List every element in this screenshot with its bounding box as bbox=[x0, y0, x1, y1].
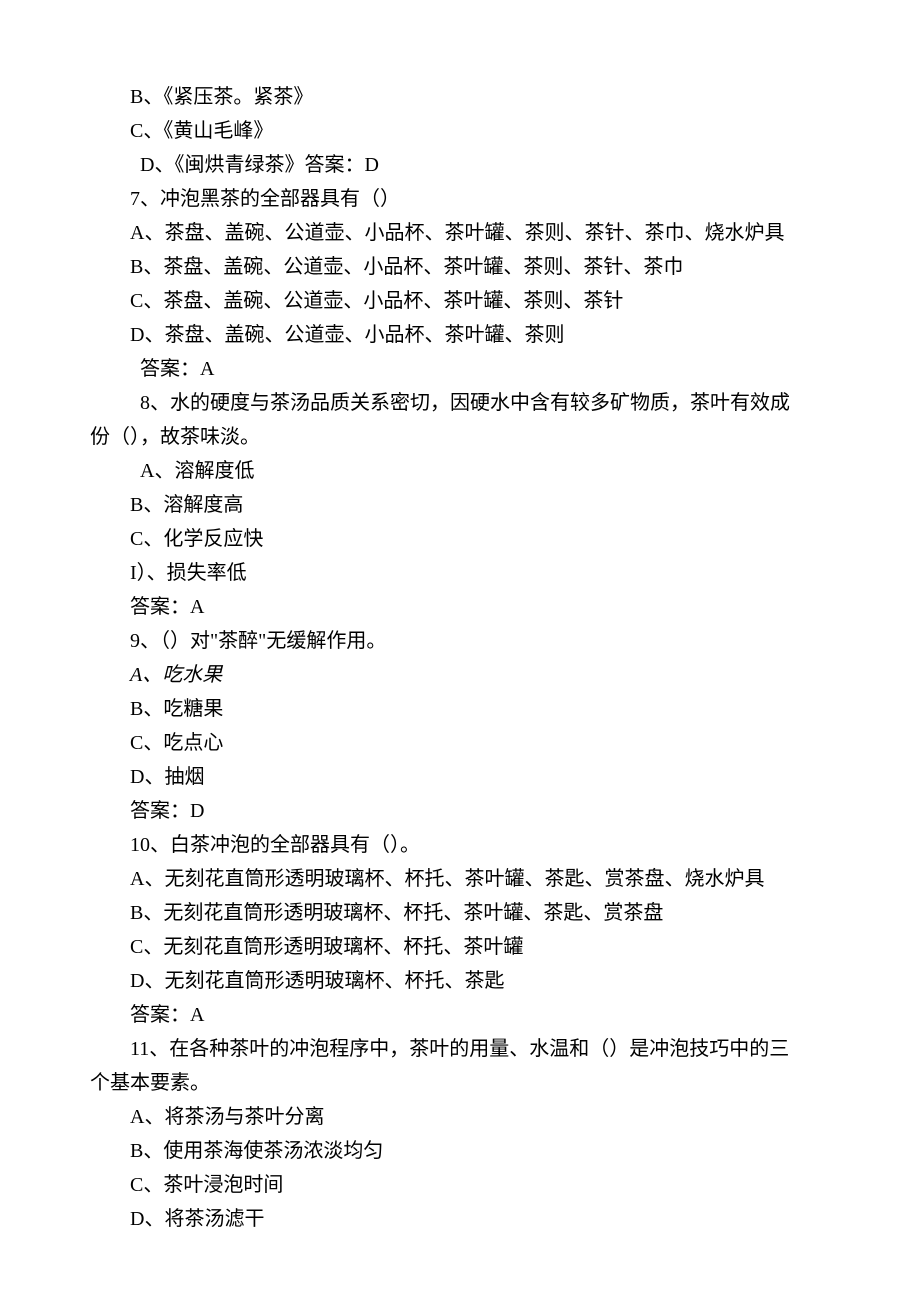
text-line: C、茶盘、盖碗、公道壶、小品杯、茶叶罐、茶则、茶针 bbox=[90, 284, 830, 318]
text-line: 个基本要素。 bbox=[90, 1066, 830, 1100]
text-line: D、无刻花直筒形透明玻璃杯、杯托、茶匙 bbox=[90, 964, 830, 998]
text-line: A、吃水果 bbox=[90, 658, 830, 692]
text-line: C、《黄山毛峰》 bbox=[90, 114, 830, 148]
text-line: 11、在各种茶叶的冲泡程序中，茶叶的用量、水温和（）是冲泡技巧中的三 bbox=[90, 1032, 830, 1066]
text-line: 7、冲泡黑茶的全部器具有（） bbox=[90, 182, 830, 216]
text-line: I）、损失率低 bbox=[90, 556, 830, 590]
text-line: B、茶盘、盖碗、公道壶、小品杯、茶叶罐、茶则、茶针、茶巾 bbox=[90, 250, 830, 284]
text-line: C、茶叶浸泡时间 bbox=[90, 1168, 830, 1202]
text-line: B、吃糖果 bbox=[90, 692, 830, 726]
text-line: B、无刻花直筒形透明玻璃杯、杯托、茶叶罐、茶匙、赏茶盘 bbox=[90, 896, 830, 930]
text-line: A、将茶汤与茶叶分离 bbox=[90, 1100, 830, 1134]
text-line: 份（），故茶味淡。 bbox=[90, 420, 830, 454]
text-line: 答案：A bbox=[90, 998, 830, 1032]
text-line: B、溶解度高 bbox=[90, 488, 830, 522]
text-line: C、吃点心 bbox=[90, 726, 830, 760]
text-line: A、无刻花直筒形透明玻璃杯、杯托、茶叶罐、茶匙、赏茶盘、烧水炉具 bbox=[90, 862, 830, 896]
text-line: 8、水的硬度与茶汤品质关系密切，因硬水中含有较多矿物质，茶叶有效成 bbox=[90, 386, 830, 420]
document-page: B、《紧压茶。紧茶》 C、《黄山毛峰》 D、《闽烘青绿茶》答案：D 7、冲泡黑茶… bbox=[0, 0, 920, 1301]
text-line: D、《闽烘青绿茶》答案：D bbox=[90, 148, 830, 182]
text-line: 答案：A bbox=[90, 352, 830, 386]
text-line: C、无刻花直筒形透明玻璃杯、杯托、茶叶罐 bbox=[90, 930, 830, 964]
text-line: B、《紧压茶。紧茶》 bbox=[90, 80, 830, 114]
text-line: B、使用茶海使茶汤浓淡均匀 bbox=[90, 1134, 830, 1168]
text-line: D、将茶汤滤干 bbox=[90, 1202, 830, 1236]
text-line: C、化学反应快 bbox=[90, 522, 830, 556]
text-line: A、茶盘、盖碗、公道壶、小品杯、茶叶罐、茶则、茶针、茶巾、烧水炉具 bbox=[90, 216, 830, 250]
text-line: D、茶盘、盖碗、公道壶、小品杯、茶叶罐、茶则 bbox=[90, 318, 830, 352]
text-line: D、抽烟 bbox=[90, 760, 830, 794]
text-line: 9、（）对"茶醉"无缓解作用。 bbox=[90, 624, 830, 658]
text-line: 10、白茶冲泡的全部器具有（）。 bbox=[90, 828, 830, 862]
text-line: 答案：A bbox=[90, 590, 830, 624]
text-line: A、溶解度低 bbox=[90, 454, 830, 488]
text-line: 答案：D bbox=[90, 794, 830, 828]
